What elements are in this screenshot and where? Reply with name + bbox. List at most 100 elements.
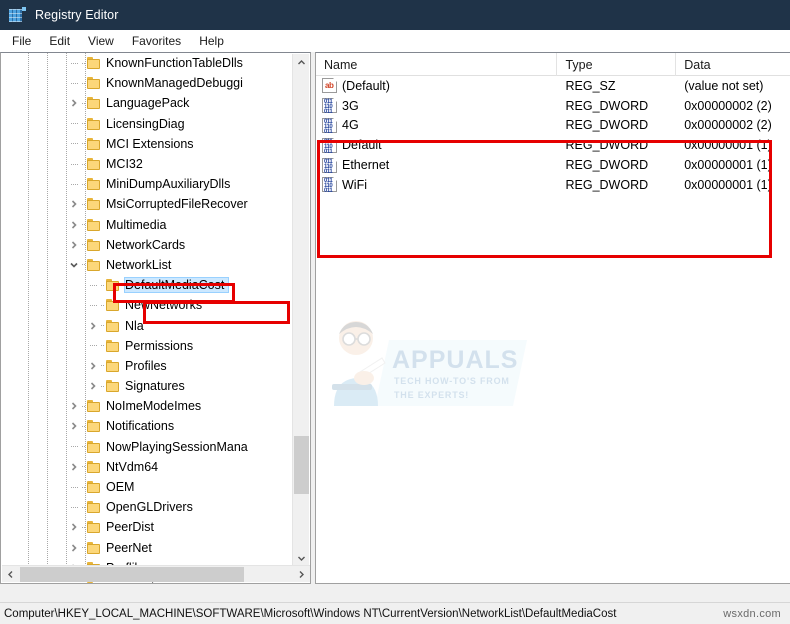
value-name-cell: 011 110 011 3G — [316, 98, 557, 115]
tree-horizontal-scrollbar[interactable] — [2, 565, 310, 582]
menu-edit[interactable]: Edit — [40, 32, 79, 50]
tree-leaf-connector — [85, 338, 101, 354]
chevron-right-icon[interactable] — [66, 95, 82, 111]
tree-item-oem[interactable]: OEM — [1, 477, 293, 497]
chevron-down-icon[interactable] — [66, 257, 82, 273]
folder-icon — [86, 500, 102, 514]
tree-item-permissions[interactable]: Permissions — [1, 336, 293, 356]
menu-view[interactable]: View — [79, 32, 123, 50]
value-name: Ethernet — [342, 158, 390, 173]
tree-item-nowplayingsessionmana[interactable]: NowPlayingSessionMana — [1, 437, 293, 457]
folder-icon — [86, 520, 102, 534]
tree-item-profiles[interactable]: Profiles — [1, 356, 293, 376]
chevron-up-icon[interactable] — [293, 54, 310, 71]
value-type: REG_DWORD — [565, 177, 649, 192]
tree-item-mci-extensions[interactable]: MCI Extensions — [1, 134, 293, 154]
window-title: Registry Editor — [35, 8, 119, 22]
chevron-right-icon[interactable] — [66, 217, 82, 233]
tree-horizontal-scroll-thumb[interactable] — [20, 567, 244, 582]
chevron-right-icon[interactable] — [66, 418, 82, 434]
chevron-right-icon[interactable] — [85, 378, 101, 394]
chevron-right-icon[interactable] — [85, 358, 101, 374]
tree-item-minidumpauxiliarydlls[interactable]: MiniDumpAuxiliaryDlls — [1, 174, 293, 194]
value-type: REG_DWORD — [565, 118, 649, 133]
tree-item-licensingdiag[interactable]: LicensingDiag — [1, 114, 293, 134]
tree-item-networkcards[interactable]: NetworkCards — [1, 235, 293, 255]
tree-item-knownfunctiontabledlls[interactable]: KnownFunctionTableDlls — [1, 53, 293, 73]
value-row[interactable]: 011 110 011 Default REG_DWORD 0x00000001 (1) — [316, 135, 790, 155]
tree-item-peernet[interactable]: PeerNet — [1, 538, 293, 558]
chevron-right-icon[interactable] — [66, 459, 82, 475]
tree-item-mci32[interactable]: MCI32 — [1, 154, 293, 174]
tree-item-newnetworks[interactable]: NewNetworks — [1, 295, 293, 315]
registry-editor-window: Registry Editor File Edit View Favorites… — [0, 0, 790, 624]
folder-icon — [86, 541, 102, 555]
tree-vertical-scroll-thumb[interactable] — [294, 436, 309, 494]
folder-icon — [105, 278, 121, 292]
dword-value-icon: 011 110 011 — [322, 157, 337, 175]
chevron-right-icon[interactable] — [293, 566, 310, 583]
value-row[interactable]: 011 110 011 4G REG_DWORD 0x00000002 (2) — [316, 116, 790, 136]
menu-favorites[interactable]: Favorites — [123, 32, 190, 50]
tree-item-networklist[interactable]: NetworkList — [1, 255, 293, 275]
value-row[interactable]: 011 110 011 Ethernet REG_DWORD 0x00000001 (1) — [316, 155, 790, 175]
value-type: REG_SZ — [565, 78, 616, 93]
tree-item-knownmanageddebuggi[interactable]: KnownManagedDebuggi — [1, 73, 293, 93]
registry-tree[interactable]: KnownFunctionTableDlls KnownManagedDebugg… — [1, 53, 293, 583]
chevron-right-icon[interactable] — [66, 398, 82, 414]
tree-item-label: MCI32 — [106, 157, 143, 172]
dword-value-icon: 011 110 011 — [322, 177, 337, 194]
registry-editor-icon — [9, 7, 26, 23]
tree-item-label: NoImeModeImes — [106, 399, 202, 414]
value-row[interactable]: 011 110 011 WiFi REG_DWORD 0x00000001 (1) — [316, 175, 790, 195]
column-header-data[interactable]: Data — [676, 53, 790, 76]
tree-item-signatures[interactable]: Signatures — [1, 376, 293, 396]
value-type: REG_DWORD — [565, 98, 649, 113]
column-header-name[interactable]: Name — [316, 53, 558, 76]
tree-item-label: NowPlayingSessionMana — [106, 439, 248, 454]
chevron-right-icon[interactable] — [66, 237, 82, 253]
chevron-right-icon[interactable] — [66, 519, 82, 535]
tree-item-noimemodeimes[interactable]: NoImeModeImes — [1, 396, 293, 416]
dword-value-icon: 011 110 011 — [322, 137, 337, 155]
menu-help[interactable]: Help — [190, 32, 233, 50]
folder-icon — [86, 258, 102, 272]
folder-icon — [86, 419, 102, 433]
folder-icon — [86, 460, 102, 474]
folder-icon — [86, 218, 102, 232]
chevron-right-icon[interactable] — [85, 318, 101, 334]
column-header-type[interactable]: Type — [557, 53, 677, 76]
column-header-data-label: Data — [684, 57, 711, 72]
value-name: 4G — [342, 118, 359, 133]
tree-item-ntvdm64[interactable]: NtVdm64 — [1, 457, 293, 477]
tree-item-opengldrivers[interactable]: OpenGLDrivers — [1, 497, 293, 517]
tree-item-msicorruptedfilerecover[interactable]: MsiCorruptedFileRecover — [1, 194, 293, 214]
value-data: 0x00000001 (1) — [684, 177, 772, 192]
value-row[interactable]: ab (Default) REG_SZ (value not set) — [316, 76, 790, 96]
menu-file[interactable]: File — [3, 32, 40, 50]
value-row[interactable]: 011 110 011 3G REG_DWORD 0x00000002 (2) — [316, 96, 790, 116]
tree-item-label: OEM — [106, 480, 135, 495]
tree-item-peerdist[interactable]: PeerDist — [1, 517, 293, 537]
chevron-right-icon[interactable] — [66, 540, 82, 556]
tree-item-multimedia[interactable]: Multimedia — [1, 215, 293, 235]
folder-icon — [86, 238, 102, 252]
tree-leaf-connector — [66, 75, 82, 91]
chevron-left-icon[interactable] — [2, 566, 19, 583]
tree-item-notifications[interactable]: Notifications — [1, 416, 293, 436]
folder-icon — [86, 440, 102, 454]
tree-item-nla[interactable]: Nla — [1, 315, 293, 335]
tree-item-label: MCI Extensions — [106, 136, 194, 151]
tree-item-label: Nla — [125, 318, 144, 333]
tree-item-label: KnownManagedDebuggi — [106, 76, 243, 91]
value-data: 0x00000002 (2) — [684, 98, 772, 113]
folder-icon — [105, 359, 121, 373]
tree-item-defaultmediacost[interactable]: DefaultMediaCost — [1, 275, 293, 295]
tree-item-languagepack[interactable]: LanguagePack — [1, 93, 293, 113]
chevron-right-icon[interactable] — [66, 196, 82, 212]
tree-leaf-connector — [66, 136, 82, 152]
value-data: 0x00000001 (1) — [684, 138, 772, 153]
value-name: Default — [342, 138, 382, 153]
tree-vertical-scrollbar[interactable] — [292, 54, 309, 567]
values-list[interactable]: ab (Default) REG_SZ (value not set) 011 110 01… — [316, 76, 790, 195]
